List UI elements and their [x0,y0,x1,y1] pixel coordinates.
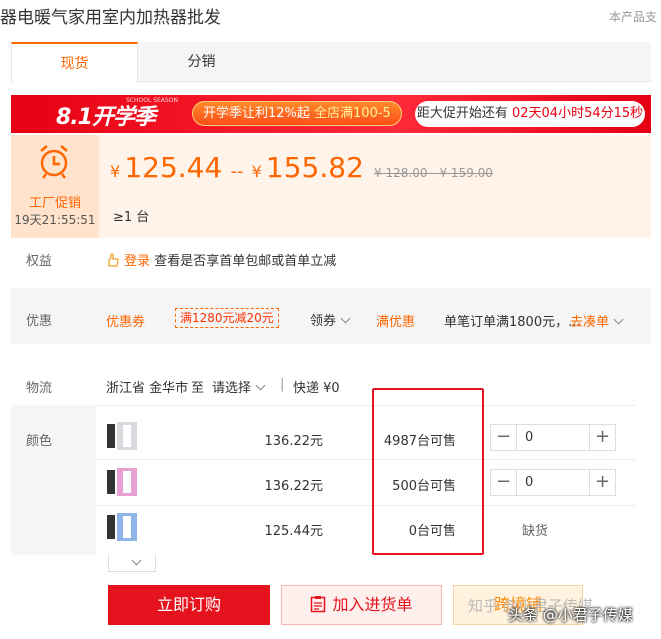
order-now-button[interactable]: 立即订购 [108,585,270,625]
factory-promo: 工厂促销 19天21:55:51 [11,135,99,238]
unit-price: 136.22元 [264,479,324,494]
factory-promo-label: 工厂促销 [28,196,81,211]
price-range: ¥ 125.44 -- ¥ 155.82 ¥ 128.00 - ¥ 159.00 [110,151,493,184]
rights-label: 权益 [26,254,53,269]
minus-button[interactable]: − [491,470,517,495]
product-title: 器电暖气家用室内加热器批发 [0,8,221,28]
soldout-label: 缺货 [522,524,549,539]
unit-price: 125.44元 [264,524,324,539]
color-label: 颜色 [26,434,53,449]
color-thumb-1[interactable] [106,420,138,456]
factory-promo-timer: 19天21:55:51 [14,213,96,227]
chevron-down-icon [340,313,351,324]
tab-spot[interactable]: 现货 [11,42,138,83]
quantity-input[interactable]: 0 [525,425,533,450]
hand-icon [108,253,119,267]
login-link[interactable]: 登录 [124,254,150,269]
plus-button[interactable]: + [589,470,615,495]
promo-pill: 开学季让利12%起 全店满100-5 [192,101,402,126]
go-order-link[interactable]: 去凑单 [570,311,624,330]
expand-toggle[interactable] [108,555,156,572]
quantity-stepper: − 0 + [490,424,616,451]
stock-highlight-box [372,388,484,555]
original-price: ¥ 128.00 - ¥ 159.00 [374,166,493,180]
tab-distribution[interactable]: 分销 [138,42,265,82]
brand-subtitle: SCHOOL SEASON [126,97,178,104]
countdown-value: 02天04小时54分15秒 [511,106,644,121]
full-off-text: 单笔订单满1800元，... [444,315,581,330]
plus-button[interactable]: + [589,425,615,450]
ship-to-select[interactable]: 请选择 [212,377,266,396]
rights-row: 登录 查看是否享首单包邮或首单立减 [106,250,336,269]
claim-coupon-button[interactable]: 领券 [310,310,351,329]
price-low: 125.44 [124,151,223,184]
alarm-clock-icon [40,145,68,179]
min-order-qty: ≥1 台 [113,210,150,225]
corner-note: 本产品支 [608,10,657,24]
ship-from: 浙江省 金华市 [106,381,189,396]
credit-watermark: 头条 @小君子传媒 [508,606,633,624]
discount-label: 优惠 [26,314,53,329]
chevron-down-icon [255,380,266,391]
chevron-down-icon [613,314,624,325]
product-thumbnail-icon [107,513,137,541]
color-thumb-2[interactable] [106,466,138,502]
color-thumb-3[interactable] [106,511,138,547]
clipboard-icon [311,596,326,613]
minus-button[interactable]: − [491,425,517,450]
add-to-cart-button[interactable]: 加入进货单 [281,585,442,625]
quantity-input[interactable]: 0 [525,470,533,495]
promo-highlight: 全店满100-5 [314,106,391,121]
quantity-stepper: − 0 + [490,469,616,496]
express-fee: 快递 ¥0 [293,381,340,396]
product-thumbnail-icon [107,422,137,450]
countdown: 距大促开始还有 02天04小时54分15秒 [415,101,645,127]
price-high: 155.82 [265,151,364,184]
price-block: 工厂促销 19天21:55:51 ¥ 125.44 -- ¥ 155.82 ¥ … [11,135,651,238]
coupon-tag[interactable]: 满1280元减20元 [175,308,279,328]
full-off-label: 满优惠 [376,315,416,330]
color-label-band [11,405,96,555]
tab-bar: 现货 分销 [11,42,651,83]
chevron-down-icon [131,555,142,566]
product-thumbnail-icon [107,468,137,496]
rights-text: 查看是否享首单包邮或首单立减 [154,254,337,269]
logistics-label: 物流 [26,381,53,396]
unit-price: 136.22元 [264,434,324,449]
promo-banner[interactable]: 8.1开学季 SCHOOL SEASON 开学季让利12%起 全店满100-5 … [11,95,651,133]
ship-to-word: 至 [191,381,205,396]
coupon-label: 优惠券 [106,315,146,330]
